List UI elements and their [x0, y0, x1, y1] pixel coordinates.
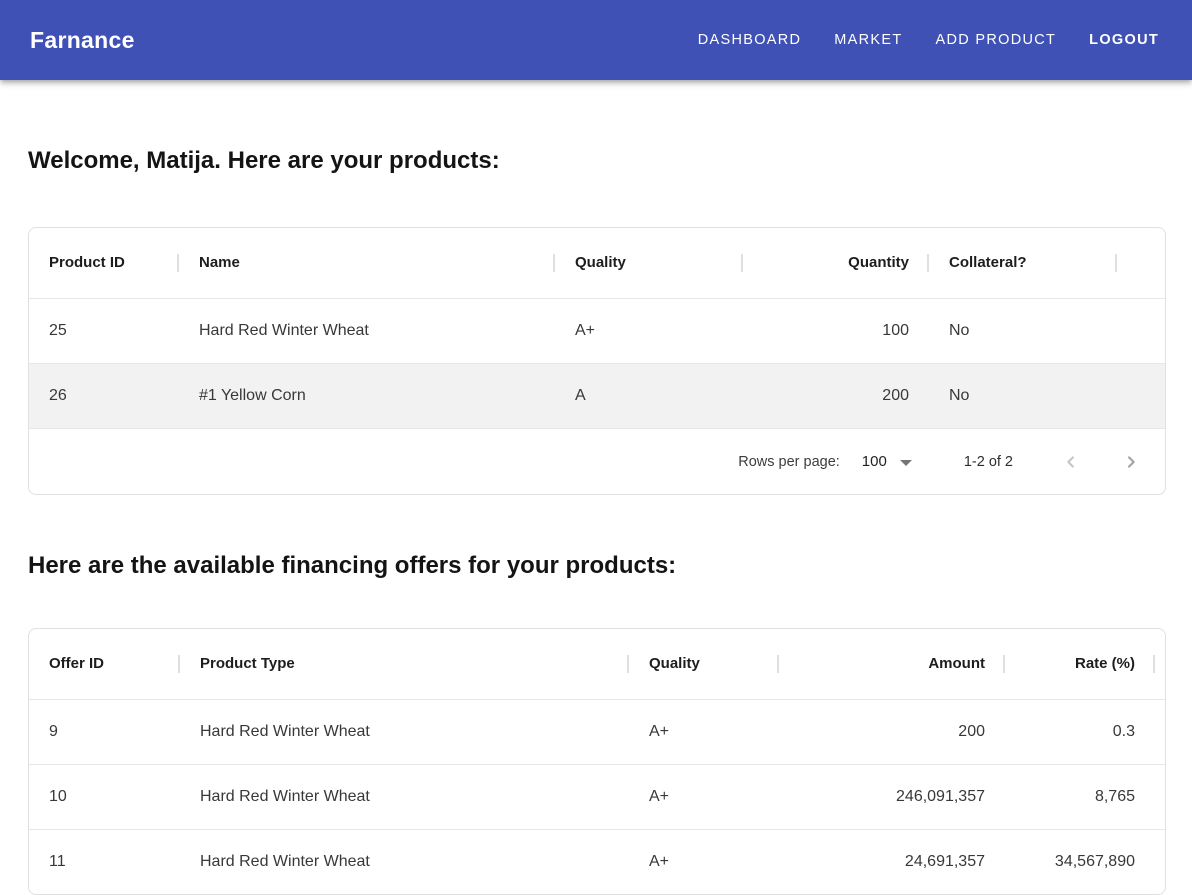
nav-link-market[interactable]: MARKET — [834, 32, 902, 48]
table-cell: A+ — [629, 764, 779, 829]
column-header-quality: Quality — [629, 629, 779, 699]
chevron-left-icon — [1059, 451, 1081, 473]
table-cell — [1155, 764, 1165, 829]
table-cell: 25 — [29, 298, 179, 363]
products-table: Product ID Name Quality Quantity Collate… — [29, 228, 1165, 428]
chevron-right-icon — [1121, 451, 1143, 473]
dropdown-arrow-icon — [900, 460, 912, 466]
table-cell: Hard Red Winter Wheat — [180, 699, 629, 764]
column-header-amount: Amount — [779, 629, 1005, 699]
table-cell: #1 Yellow Corn — [179, 363, 555, 428]
products-table-card: Product ID Name Quality Quantity Collate… — [28, 227, 1166, 495]
column-header-collateral: Collateral? — [929, 228, 1117, 298]
table-cell: 9 — [29, 699, 180, 764]
column-header-product-id: Product ID — [29, 228, 179, 298]
column-header-name: Name — [179, 228, 555, 298]
nav-link-add-product[interactable]: ADD PRODUCT — [936, 32, 1057, 48]
table-row: 11 Hard Red Winter Wheat A+ 24,691,357 3… — [29, 829, 1165, 894]
offers-table: Offer ID Product Type Quality Amount Rat… — [29, 629, 1165, 894]
table-cell: Hard Red Winter Wheat — [180, 764, 629, 829]
table-row: 26 #1 Yellow Corn A 200 No — [29, 363, 1165, 428]
table-cell: A — [555, 363, 743, 428]
table-cell: Hard Red Winter Wheat — [180, 829, 629, 894]
table-cell: 200 — [743, 363, 929, 428]
column-header-rate: Rate (%) — [1005, 629, 1155, 699]
table-cell: 246,091,357 — [779, 764, 1005, 829]
products-header-row: Product ID Name Quality Quantity Collate… — [29, 228, 1165, 298]
column-header-quantity: Quantity — [743, 228, 929, 298]
next-page-button[interactable] — [1121, 451, 1143, 473]
rows-per-page-label: Rows per page: — [738, 454, 840, 470]
table-cell: A+ — [555, 298, 743, 363]
table-cell: 26 — [29, 363, 179, 428]
brand-title: Farnance — [30, 27, 135, 54]
table-cell: A+ — [629, 829, 779, 894]
column-header-product-type: Product Type — [180, 629, 629, 699]
table-cell: Hard Red Winter Wheat — [179, 298, 555, 363]
previous-page-button[interactable] — [1059, 451, 1081, 473]
nav-link-logout[interactable]: LOGOUT — [1089, 32, 1159, 48]
table-cell: 100 — [743, 298, 929, 363]
offers-table-card: Offer ID Product Type Quality Amount Rat… — [28, 628, 1166, 895]
offers-header-row: Offer ID Product Type Quality Amount Rat… — [29, 629, 1165, 699]
table-cell: No — [929, 363, 1117, 428]
table-cell: 200 — [779, 699, 1005, 764]
column-header-offer-id: Offer ID — [29, 629, 180, 699]
table-cell: No — [929, 298, 1117, 363]
table-cell: 11 — [29, 829, 180, 894]
rows-per-page-select[interactable]: 100 — [862, 453, 912, 470]
table-row: 9 Hard Red Winter Wheat A+ 200 0.3 — [29, 699, 1165, 764]
table-cell — [1117, 298, 1165, 363]
column-header-quality: Quality — [555, 228, 743, 298]
table-cell: 34,567,890 — [1005, 829, 1155, 894]
table-cell: 8,765 — [1005, 764, 1155, 829]
main-content: Welcome, Matija. Here are your products:… — [0, 145, 1192, 895]
column-header-spacer — [1117, 228, 1165, 298]
table-cell — [1155, 699, 1165, 764]
pagination-range: 1-2 of 2 — [964, 454, 1013, 470]
table-cell: A+ — [629, 699, 779, 764]
table-cell: 10 — [29, 764, 180, 829]
rows-per-page-value: 100 — [862, 453, 887, 470]
table-cell — [1117, 363, 1165, 428]
nav-link-dashboard[interactable]: DASHBOARD — [698, 32, 802, 48]
products-heading: Welcome, Matija. Here are your products: — [28, 145, 1166, 177]
app-bar: Farnance DASHBOARD MARKET ADD PRODUCT LO… — [0, 0, 1192, 80]
nav-links: DASHBOARD MARKET ADD PRODUCT LOGOUT — [665, 32, 1159, 48]
offers-heading: Here are the available financing offers … — [28, 550, 1166, 582]
column-header-spacer — [1155, 629, 1165, 699]
table-cell: 0.3 — [1005, 699, 1155, 764]
table-row: 25 Hard Red Winter Wheat A+ 100 No — [29, 298, 1165, 363]
table-cell — [1155, 829, 1165, 894]
table-cell: 24,691,357 — [779, 829, 1005, 894]
pagination: Rows per page: 100 1-2 of 2 — [29, 428, 1165, 494]
table-row: 10 Hard Red Winter Wheat A+ 246,091,357 … — [29, 764, 1165, 829]
